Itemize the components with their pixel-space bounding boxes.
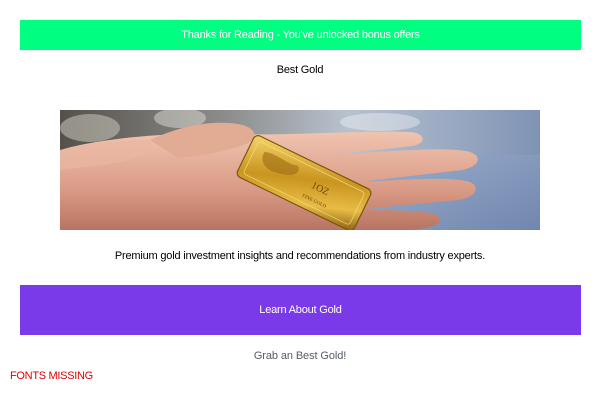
gold-bar-photo: 1OZ FINE GOLD [60, 110, 540, 230]
fonts-missing-warning: FONTS MISSING [10, 370, 93, 382]
grab-best-gold-link[interactable]: Grab an Best Gold! [0, 350, 600, 362]
learn-about-gold-label: Learn About Gold [259, 304, 342, 316]
hero-image: 1OZ FINE GOLD [60, 110, 540, 230]
brand-title: Best Gold [276, 64, 324, 76]
page: Thanks for Reading - You've unlocked bon… [0, 0, 600, 400]
banner-text: Thanks for Reading - You've unlocked bon… [181, 29, 420, 41]
description-text: Premium gold investment insights and rec… [114, 250, 486, 262]
top-banner: Thanks for Reading - You've unlocked bon… [20, 20, 581, 50]
learn-about-gold-button[interactable]: Learn About Gold [20, 285, 581, 335]
